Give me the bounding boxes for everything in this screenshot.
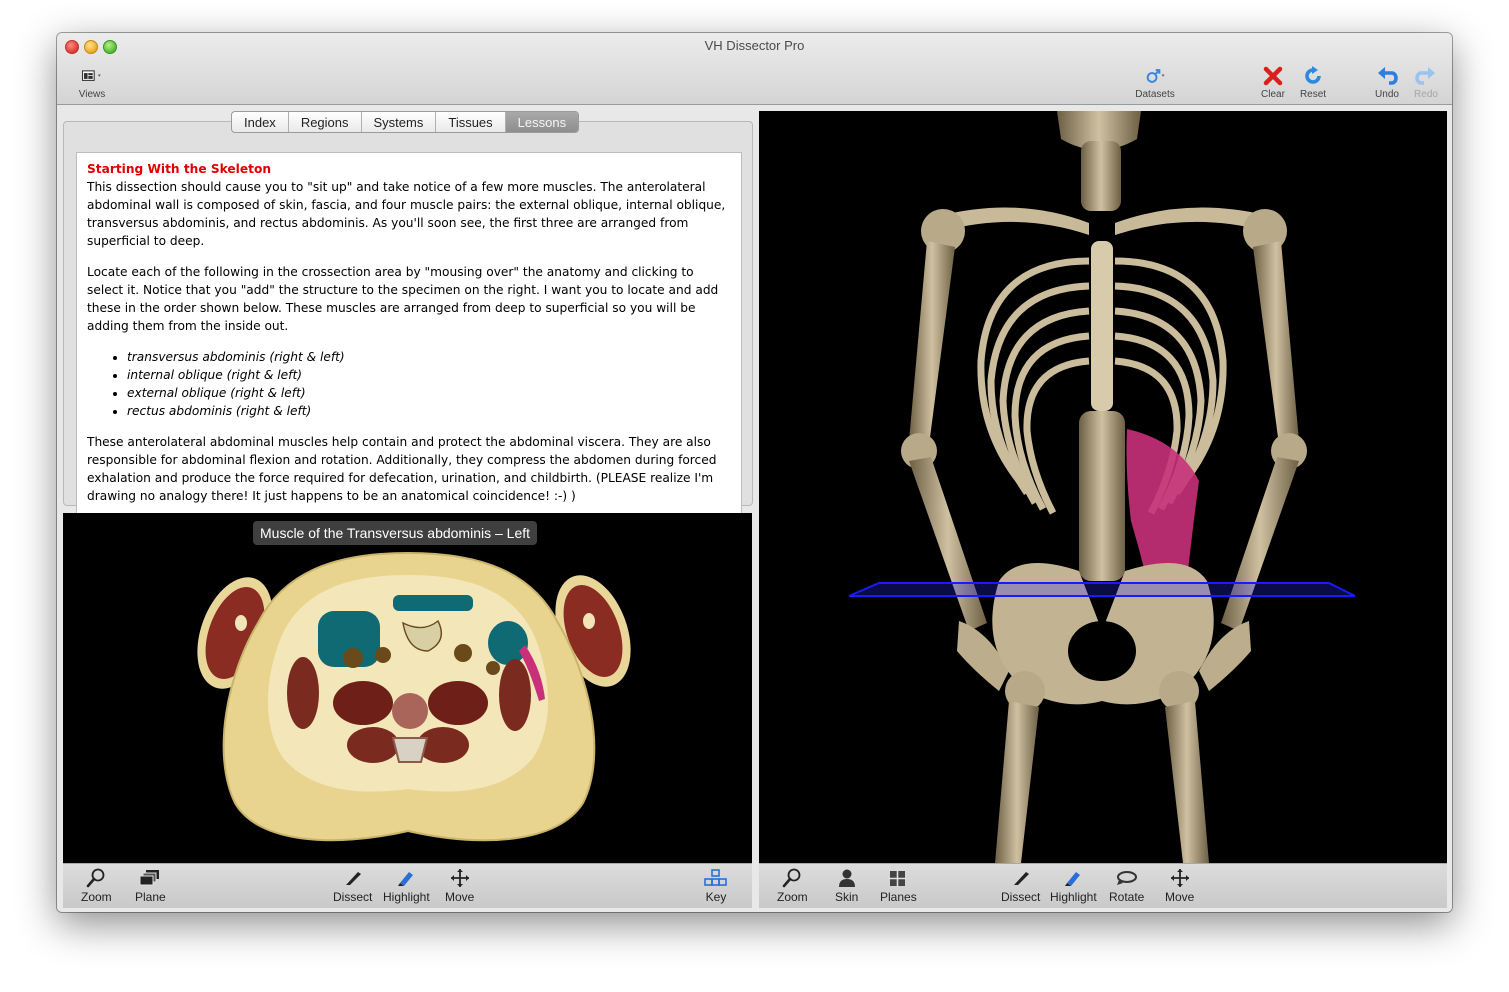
datasets-button[interactable]: Datasets: [1132, 65, 1178, 100]
tab-tissues[interactable]: Tissues: [436, 112, 506, 132]
key-button[interactable]: Key: [704, 868, 728, 904]
undo-button[interactable]: Undo: [1371, 65, 1403, 100]
structure-label: Muscle of the Transversus abdominis – Le…: [253, 521, 538, 545]
views-icon: [81, 70, 101, 81]
muscle-list: transversus abdominis (right & left) int…: [77, 348, 741, 420]
gender-symbol-icon: [1146, 69, 1165, 83]
plane-label: Plane: [135, 890, 166, 904]
tab-regions[interactable]: Regions: [289, 112, 362, 132]
planes-button[interactable]: Planes: [880, 868, 917, 904]
tab-lessons[interactable]: Lessons: [505, 112, 579, 132]
scalpel-icon: [1013, 872, 1029, 885]
datasets-label: Datasets: [1135, 89, 1175, 100]
lesson-panel: Starting With the Skeleton This dissecti…: [63, 121, 753, 518]
undo-label: Undo: [1375, 89, 1399, 100]
views-label: Views: [78, 89, 106, 100]
skin-label: Skin: [835, 890, 859, 904]
key-blocks-icon: [704, 869, 727, 886]
clear-button[interactable]: Clear: [1257, 65, 1289, 100]
views-button[interactable]: Views: [77, 65, 107, 100]
highlight-button[interactable]: Highlight: [1050, 868, 1097, 904]
lesson-title: Starting With the Skeleton: [87, 162, 272, 176]
planes-cube-icon: [888, 869, 908, 887]
lesson-paragraph: These anterolateral abdominal muscles he…: [87, 435, 717, 503]
skin-button[interactable]: Skin: [835, 868, 858, 904]
move-button[interactable]: Move: [445, 868, 474, 904]
specimen-viewer[interactable]: [759, 111, 1447, 863]
zoom-label: Zoom: [777, 890, 808, 904]
list-item: external oblique (right & left): [127, 384, 741, 402]
list-item: internal oblique (right & left): [127, 366, 741, 384]
move-arrows-icon: [450, 869, 469, 887]
red-x-icon: [1263, 66, 1283, 86]
titlebar: VH Dissector Pro Views Datasets Clear Re…: [57, 33, 1452, 105]
main-area: Starting With the Skeleton This dissecti…: [57, 105, 1452, 912]
person-icon: [838, 869, 855, 887]
tab-index[interactable]: Index: [232, 112, 289, 132]
reset-button[interactable]: Reset: [1297, 65, 1329, 100]
rotate-label: Rotate: [1109, 890, 1145, 904]
reset-label: Reset: [1299, 89, 1327, 100]
highlighter-icon: [398, 872, 414, 886]
scalpel-icon: [345, 872, 361, 885]
list-item: transversus abdominis (right & left): [127, 348, 741, 366]
right-toolbar: Zoom Skin Planes Dissect Highlight Rotat…: [759, 863, 1447, 908]
highlight-label: Highlight: [1050, 890, 1097, 904]
redo-label: Redo: [1414, 89, 1438, 100]
rotate-button[interactable]: Rotate: [1109, 868, 1144, 904]
crosssection-viewer[interactable]: Muscle of the Transversus abdominis – Le…: [63, 513, 752, 863]
undo-arrow-icon: [1378, 67, 1398, 85]
dissect-label: Dissect: [1001, 890, 1041, 904]
left-toolbar: Zoom Plane Dissect Highlight Move Key: [63, 863, 752, 908]
layers-icon: [139, 870, 160, 886]
dissect-button[interactable]: Dissect: [333, 868, 372, 904]
move-button[interactable]: Move: [1165, 868, 1194, 904]
tab-bar: Index Regions Systems Tissues Lessons: [231, 111, 580, 133]
move-arrows-icon: [1170, 869, 1189, 887]
planes-label: Planes: [880, 890, 917, 904]
clear-label: Clear: [1261, 89, 1285, 100]
zoom-button[interactable]: Zoom: [81, 868, 112, 904]
refresh-icon: [1305, 66, 1321, 84]
highlighter-icon: [1065, 872, 1081, 886]
redo-arrow-icon: [1415, 67, 1435, 85]
tab-systems[interactable]: Systems: [362, 112, 437, 132]
highlight-label: Highlight: [383, 890, 430, 904]
dissect-label: Dissect: [333, 890, 373, 904]
zoom-label: Zoom: [81, 890, 112, 904]
app-window: VH Dissector Pro Views Datasets Clear Re…: [57, 33, 1452, 912]
dissect-button[interactable]: Dissect: [1001, 868, 1040, 904]
skeleton-model[interactable]: [759, 111, 1447, 863]
magnifier-icon: [87, 868, 105, 888]
magnifier-icon: [783, 868, 801, 888]
lesson-paragraph: This dissection should cause you to "sit…: [87, 180, 726, 248]
key-label: Key: [705, 890, 727, 904]
move-label: Move: [1165, 890, 1195, 904]
redo-button[interactable]: Redo: [1410, 65, 1442, 100]
rotate-icon: [1116, 871, 1137, 885]
move-label: Move: [445, 890, 475, 904]
zoom-button[interactable]: Zoom: [777, 868, 808, 904]
highlight-button[interactable]: Highlight: [383, 868, 430, 904]
window-title: VH Dissector Pro: [704, 38, 805, 53]
lesson-paragraph: Locate each of the following in the cros…: [87, 265, 719, 333]
list-item: rectus abdominis (right & left): [127, 402, 741, 420]
crosssection-image[interactable]: [63, 513, 752, 863]
plane-button[interactable]: Plane: [135, 868, 166, 904]
lesson-content[interactable]: Starting With the Skeleton This dissecti…: [76, 152, 742, 518]
